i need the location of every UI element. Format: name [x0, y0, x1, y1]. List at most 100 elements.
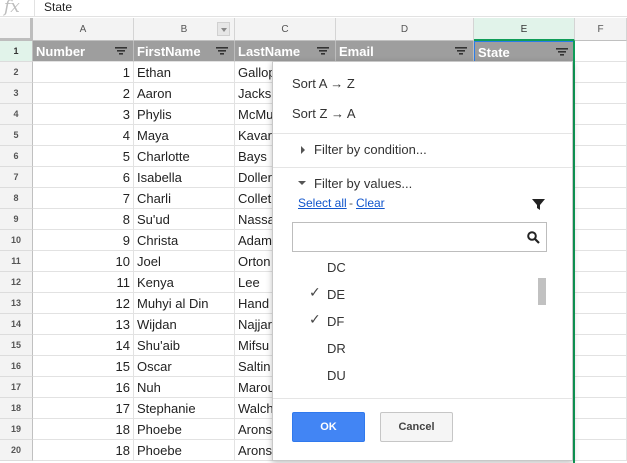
- cell-firstname[interactable]: Phoebe: [134, 419, 235, 440]
- row-header[interactable]: 11: [0, 251, 33, 272]
- cell-firstname[interactable]: Charlotte: [134, 146, 235, 167]
- row-header[interactable]: 13: [0, 293, 33, 314]
- cell[interactable]: [575, 272, 627, 293]
- cell-firstname[interactable]: Su'ud: [134, 209, 235, 230]
- cell[interactable]: [575, 146, 627, 167]
- cell[interactable]: [575, 104, 627, 125]
- cell[interactable]: [575, 209, 627, 230]
- value-item-dr[interactable]: DR: [327, 341, 346, 356]
- cell-number[interactable]: 10: [33, 251, 134, 272]
- cell-firstname[interactable]: Shu'aib: [134, 335, 235, 356]
- cell-firstname[interactable]: Phoebe: [134, 440, 235, 461]
- cell[interactable]: [575, 377, 627, 398]
- column-header-d[interactable]: D: [336, 18, 474, 41]
- row-header[interactable]: 18: [0, 398, 33, 419]
- cell-number[interactable]: 4: [33, 125, 134, 146]
- filter-by-values-item[interactable]: Filter by values...: [314, 176, 412, 191]
- header-cell-email[interactable]: Email: [336, 41, 474, 62]
- filter-icon[interactable]: [216, 45, 228, 57]
- filter-icon[interactable]: [115, 45, 127, 57]
- cell[interactable]: [575, 62, 627, 83]
- cell-firstname[interactable]: Nuh: [134, 377, 235, 398]
- cell-firstname[interactable]: Stephanie: [134, 398, 235, 419]
- row-header[interactable]: 7: [0, 167, 33, 188]
- value-item-df[interactable]: DF: [327, 314, 344, 329]
- row-header[interactable]: 1: [0, 41, 33, 62]
- row-header[interactable]: 5: [0, 125, 33, 146]
- cell-number[interactable]: 16: [33, 377, 134, 398]
- column-header-f[interactable]: F: [575, 18, 627, 41]
- cell[interactable]: [575, 356, 627, 377]
- cell[interactable]: [575, 83, 627, 104]
- search-icon[interactable]: [527, 231, 540, 244]
- row-header[interactable]: 4: [0, 104, 33, 125]
- cell-firstname[interactable]: Aaron: [134, 83, 235, 104]
- cell[interactable]: [575, 251, 627, 272]
- select-all-corner[interactable]: [0, 18, 33, 41]
- filter-icon[interactable]: [556, 46, 568, 58]
- column-dropdown-arrow-icon[interactable]: [217, 22, 230, 36]
- cell-firstname[interactable]: Wijdan: [134, 314, 235, 335]
- cell[interactable]: [575, 41, 627, 62]
- values-search-input[interactable]: [292, 222, 547, 252]
- sort-a-z-item[interactable]: Sort A → Z: [292, 76, 355, 91]
- cell-number[interactable]: 2: [33, 83, 134, 104]
- row-header[interactable]: 19: [0, 419, 33, 440]
- cell-number[interactable]: 7: [33, 188, 134, 209]
- cell-firstname[interactable]: Oscar: [134, 356, 235, 377]
- cell-firstname[interactable]: Muhyi al Din: [134, 293, 235, 314]
- cell-firstname[interactable]: Christa: [134, 230, 235, 251]
- cell[interactable]: [575, 440, 627, 461]
- cell-number[interactable]: 18: [33, 440, 134, 461]
- header-cell-number[interactable]: Number: [33, 41, 134, 62]
- filter-funnel-icon[interactable]: [532, 198, 545, 211]
- row-header[interactable]: 2: [0, 62, 33, 83]
- cell-firstname[interactable]: Maya: [134, 125, 235, 146]
- column-header-b[interactable]: B: [134, 18, 235, 41]
- cancel-button[interactable]: Cancel: [380, 412, 453, 442]
- value-item-de[interactable]: DE: [327, 287, 345, 302]
- cell-number[interactable]: 1: [33, 62, 134, 83]
- cell-firstname[interactable]: Isabella: [134, 167, 235, 188]
- row-header[interactable]: 14: [0, 314, 33, 335]
- cell[interactable]: [575, 314, 627, 335]
- cell-number[interactable]: 6: [33, 167, 134, 188]
- cell-firstname[interactable]: Joel: [134, 251, 235, 272]
- row-header[interactable]: 9: [0, 209, 33, 230]
- cell[interactable]: [575, 293, 627, 314]
- cell-firstname[interactable]: Kenya: [134, 272, 235, 293]
- sort-z-a-item[interactable]: Sort Z → A: [292, 106, 356, 121]
- values-scrollbar[interactable]: [538, 278, 546, 305]
- row-header[interactable]: 10: [0, 230, 33, 251]
- clear-link[interactable]: Clear: [356, 196, 385, 210]
- cell-number[interactable]: 8: [33, 209, 134, 230]
- cell-firstname[interactable]: Phylis: [134, 104, 235, 125]
- row-header[interactable]: 12: [0, 272, 33, 293]
- row-header[interactable]: 16: [0, 356, 33, 377]
- cell[interactable]: [575, 335, 627, 356]
- select-all-link[interactable]: Select all: [298, 196, 347, 210]
- cell[interactable]: [575, 125, 627, 146]
- row-header[interactable]: 20: [0, 440, 33, 461]
- header-cell-lastname[interactable]: LastName: [235, 41, 336, 62]
- cell-firstname[interactable]: Ethan: [134, 62, 235, 83]
- cell[interactable]: [575, 188, 627, 209]
- cell[interactable]: [575, 230, 627, 251]
- cell[interactable]: [575, 398, 627, 419]
- filter-icon[interactable]: [455, 45, 467, 57]
- cell-number[interactable]: 18: [33, 419, 134, 440]
- cell-number[interactable]: 14: [33, 335, 134, 356]
- value-item-dc[interactable]: DC: [327, 260, 346, 275]
- column-header-c[interactable]: C: [235, 18, 336, 41]
- row-header[interactable]: 3: [0, 83, 33, 104]
- column-header-e[interactable]: E: [474, 18, 575, 41]
- ok-button[interactable]: OK: [292, 412, 365, 442]
- cell-number[interactable]: 9: [33, 230, 134, 251]
- cell-number[interactable]: 11: [33, 272, 134, 293]
- cell[interactable]: [575, 167, 627, 188]
- header-cell-state[interactable]: State: [474, 41, 575, 62]
- cell-number[interactable]: 5: [33, 146, 134, 167]
- cell[interactable]: [575, 419, 627, 440]
- filter-icon[interactable]: [317, 45, 329, 57]
- row-header[interactable]: 17: [0, 377, 33, 398]
